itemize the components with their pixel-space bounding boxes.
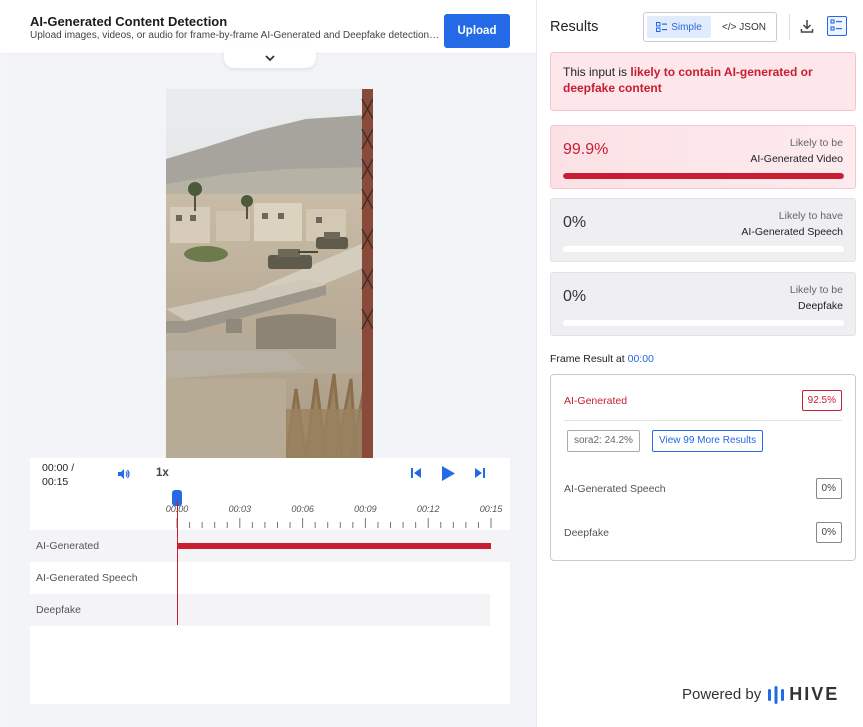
score-bar — [563, 246, 844, 252]
play-icon[interactable] — [440, 465, 456, 482]
score-bar-fill — [563, 173, 844, 179]
score-value: 99.9% — [563, 141, 609, 158]
frame-speech-badge: 0% — [815, 478, 842, 499]
view-mode-toggle: Simple </> JSON — [643, 12, 777, 42]
frame-result-time[interactable]: 00:00 — [628, 353, 654, 365]
score-category: AI-Generated Video — [750, 153, 843, 165]
score-caption: Likely to be — [789, 284, 843, 296]
frame-result-heading: Frame Result at 00:00 — [550, 353, 654, 365]
chevron-down-icon — [265, 55, 275, 62]
score-value: 0% — [563, 214, 587, 231]
score-caption: Likely to be — [789, 137, 843, 149]
current-time: 00:00 / — [42, 462, 75, 474]
view-simple-button[interactable]: Simple — [647, 16, 711, 38]
collapse-header-toggle[interactable] — [224, 48, 316, 68]
playhead-line — [177, 500, 178, 625]
list-view-icon — [656, 22, 668, 32]
score-card-ai-speech: 0% Likely to have AI-Generated Speech — [550, 198, 856, 262]
app-title: AI-Generated Content Detection — [30, 14, 228, 29]
frame-deepfake-badge: 0% — [815, 522, 842, 543]
frame-ai-badge: 92.5% — [801, 390, 842, 411]
skip-forward-icon[interactable] — [474, 467, 486, 479]
timeline-player: 00:00 / 00:15 1x 00:03 00:06 00:09 00:12… — [30, 458, 510, 704]
score-category: Deepfake — [798, 300, 843, 312]
view-simple-label: Simple — [671, 21, 702, 33]
view-json-button[interactable]: </> JSON — [714, 16, 774, 38]
frame-deepfake-label: Deepfake — [564, 527, 609, 539]
score-card-ai-video: 99.9% Likely to be AI-Generated Video — [550, 125, 856, 189]
tick-label: 00:12 — [416, 504, 440, 514]
track-label: AI-Generated Speech — [36, 572, 138, 584]
track-label: Deepfake — [36, 604, 81, 616]
track-ai-generated[interactable]: AI-Generated — [30, 530, 510, 562]
hive-bars-icon — [768, 685, 785, 704]
frame-ai-label: AI-Generated — [564, 395, 628, 407]
volume-icon[interactable] — [117, 468, 131, 480]
frame-result-label: Frame Result at — [550, 353, 628, 365]
video-preview[interactable] — [166, 89, 373, 458]
app-subtitle: Upload images, videos, or audio for fram… — [30, 30, 440, 41]
media-panel: AI-Generated Content Detection Upload im… — [0, 0, 536, 727]
skip-back-icon[interactable] — [410, 467, 422, 479]
toolbar-divider — [789, 14, 790, 40]
layout-view-icon[interactable] — [827, 16, 847, 36]
track-ai-speech[interactable]: AI-Generated Speech — [30, 562, 510, 594]
timeline-ruler[interactable]: 00:0000:0300:0600:0900:1200:15 — [30, 490, 510, 530]
hive-logo[interactable]: HIVE — [767, 684, 839, 705]
total-time: 00:15 — [42, 476, 69, 488]
tick-label: 00:06 — [291, 504, 314, 514]
verdict-prefix: This input is — [563, 65, 631, 79]
playback-controls: 00:00 / 00:15 1x — [30, 458, 510, 490]
app-root: AI-Generated Content Detection Upload im… — [0, 0, 863, 727]
upload-button[interactable]: Upload — [444, 14, 510, 48]
score-category: AI-Generated Speech — [741, 226, 843, 238]
ruler-ticks — [176, 518, 492, 528]
results-title: Results — [550, 19, 599, 35]
tick-label: 00:03 — [228, 504, 252, 514]
view-more-results-button[interactable]: View 99 More Results — [652, 430, 764, 452]
frame-divider — [564, 420, 842, 421]
video-frame-image — [166, 89, 373, 458]
score-card-deepfake: 0% Likely to be Deepfake — [550, 272, 856, 336]
app-header: AI-Generated Content Detection Upload im… — [0, 0, 536, 54]
track-detection-bar[interactable] — [177, 543, 491, 549]
frame-result-box: AI-Generated 92.5% sora2: 24.2% View 99 … — [550, 374, 856, 561]
powered-by: Powered by HIVE — [682, 684, 839, 705]
tick-label: 00:15 — [479, 504, 503, 514]
list-layout-icon — [830, 19, 842, 31]
powered-by-text: Powered by — [682, 686, 762, 703]
track-deepfake[interactable]: Deepfake — [30, 594, 490, 626]
score-value: 0% — [563, 288, 587, 305]
tick-label: 00:09 — [354, 504, 377, 514]
time-readout: 00:00 / 00:15 — [42, 461, 74, 489]
download-icon[interactable] — [799, 18, 815, 34]
model-score-chip: sora2: 24.2% — [567, 430, 640, 452]
playback-speed[interactable]: 1x — [156, 467, 169, 479]
results-panel: Results Simple </> JSON This input is li… — [536, 0, 863, 727]
hive-wordmark: HIVE — [789, 684, 840, 704]
score-caption: Likely to have — [778, 210, 843, 222]
frame-speech-label: AI-Generated Speech — [564, 483, 666, 495]
score-bar — [563, 320, 844, 326]
verdict-banner: This input is likely to contain AI-gener… — [550, 52, 856, 111]
score-bar — [563, 173, 844, 179]
track-label: AI-Generated — [36, 540, 100, 552]
